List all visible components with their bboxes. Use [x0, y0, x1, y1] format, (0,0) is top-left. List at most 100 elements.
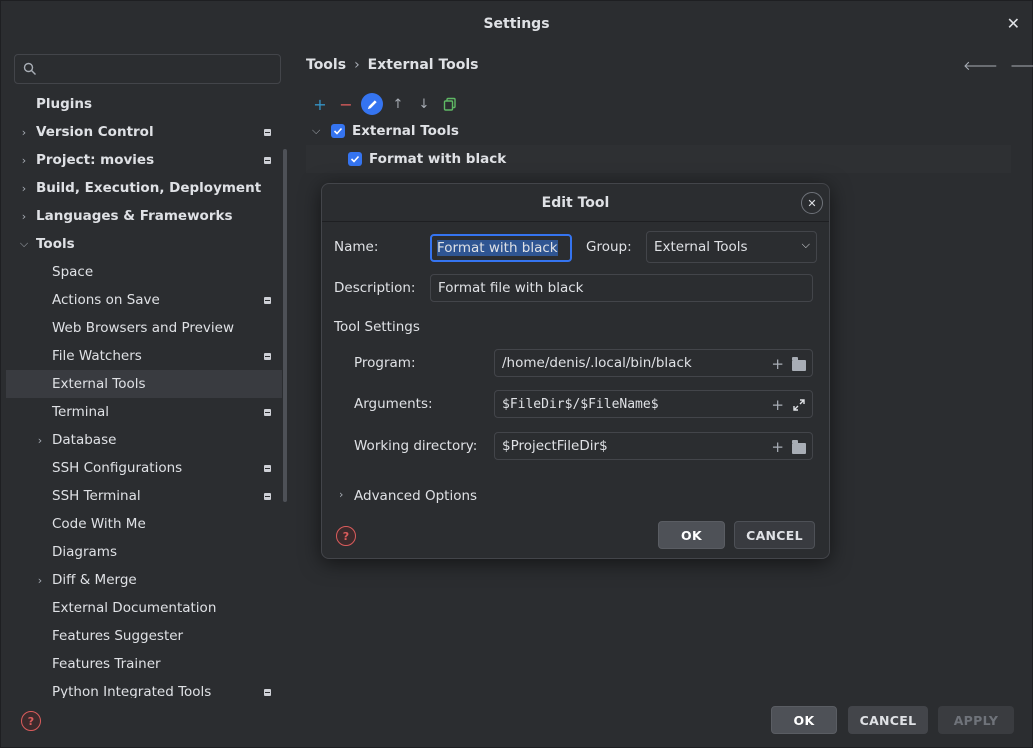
sidebar-item[interactable]: SSH Configurations: [6, 454, 282, 482]
footer-apply-button[interactable]: APPLY: [938, 706, 1014, 734]
chevron-down-icon[interactable]: ⌵: [18, 237, 30, 250]
chevron-right-icon[interactable]: ›: [34, 434, 46, 447]
insert-macro-plus-icon[interactable]: +: [771, 355, 784, 373]
sidebar-item-label: Actions on Save: [52, 292, 160, 308]
advanced-options-toggle[interactable]: Advanced Options: [354, 488, 477, 504]
working-directory-label: Working directory:: [354, 438, 478, 454]
sidebar-item[interactable]: Features Suggester: [6, 622, 282, 650]
project-level-icon: [264, 296, 271, 304]
external-tools-group-row[interactable]: ⌵ External Tools: [306, 117, 1011, 145]
search-input[interactable]: [43, 61, 273, 77]
sidebar-item-label: Space: [52, 264, 94, 280]
sidebar-item[interactable]: SSH Terminal: [6, 482, 282, 510]
forward-arrow-icon[interactable]: 🡒: [1010, 58, 1033, 74]
program-label: Program:: [354, 355, 416, 371]
sidebar-item[interactable]: Features Trainer: [6, 650, 282, 678]
sidebar-item[interactable]: Plugins: [6, 90, 282, 118]
settings-help-icon[interactable]: ?: [21, 711, 41, 731]
sidebar-item-label: Database: [52, 432, 117, 448]
settings-tree: Plugins › Version Control › Project: movies ›…: [6, 90, 282, 698]
add-tool-button[interactable]: +: [309, 93, 331, 115]
group-label: External Tools: [352, 123, 459, 139]
dialog-title: Edit Tool: [541, 195, 610, 211]
sidebar-item-label: Languages & Frameworks: [36, 208, 233, 224]
chevron-right-icon[interactable]: ›: [18, 126, 30, 139]
chevron-right-icon[interactable]: ›: [18, 182, 30, 195]
sidebar-item-label: File Watchers: [52, 348, 142, 364]
chevron-down-icon[interactable]: ⌵: [312, 124, 320, 138]
sidebar-item-label: Features Trainer: [52, 656, 161, 672]
footer-cancel-button[interactable]: CANCEL: [848, 706, 928, 734]
tool-checkbox[interactable]: [348, 152, 362, 166]
chevron-right-icon[interactable]: ›: [339, 488, 343, 501]
tools-toolbar: + − ↑ ↓: [309, 93, 461, 115]
sidebar-item[interactable]: External Tools: [6, 370, 282, 398]
dialog-cancel-button[interactable]: CANCEL: [734, 521, 815, 549]
back-arrow-icon[interactable]: 🡐: [963, 58, 998, 74]
chevron-right-icon[interactable]: ›: [18, 154, 30, 167]
insert-macro-plus-icon[interactable]: +: [771, 396, 784, 414]
sidebar-item[interactable]: Web Browsers and Preview: [6, 314, 282, 342]
sidebar-item[interactable]: External Documentation: [6, 594, 282, 622]
move-up-button[interactable]: ↑: [387, 93, 409, 115]
sidebar-item-label: Diagrams: [52, 544, 117, 560]
sidebar-item-label: External Tools: [52, 376, 146, 392]
insert-macro-plus-icon[interactable]: +: [771, 438, 784, 456]
footer-ok-button[interactable]: OK: [771, 706, 837, 734]
sidebar-scrollbar[interactable]: [283, 149, 287, 502]
name-value: Format with black: [437, 240, 558, 256]
sidebar-item[interactable]: Python Integrated Tools: [6, 678, 282, 698]
project-level-icon: [264, 408, 271, 416]
breadcrumb-parent[interactable]: Tools: [306, 57, 346, 73]
program-input[interactable]: /home/denis/.local/bin/black +: [494, 349, 813, 377]
sidebar-item-label: Diff & Merge: [52, 572, 137, 588]
dialog-help-icon[interactable]: ?: [336, 526, 356, 546]
sidebar-item[interactable]: File Watchers: [6, 342, 282, 370]
copy-tool-button[interactable]: [439, 93, 461, 115]
edit-tool-button[interactable]: [361, 93, 383, 115]
project-level-icon: [264, 464, 271, 472]
close-window-icon[interactable]: ✕: [1007, 14, 1020, 33]
sidebar-item[interactable]: Actions on Save: [6, 286, 282, 314]
sidebar-item[interactable]: › Languages & Frameworks: [6, 202, 282, 230]
project-level-icon: [264, 492, 271, 500]
search-icon: [23, 62, 36, 75]
arguments-input[interactable]: $FileDir$/$FileName$ +: [494, 390, 813, 418]
sidebar-item-label: Features Suggester: [52, 628, 184, 644]
group-checkbox[interactable]: [331, 124, 345, 138]
description-input[interactable]: Format file with black: [430, 274, 813, 302]
sidebar-item[interactable]: Terminal: [6, 398, 282, 426]
sidebar-item-label: Tools: [36, 236, 75, 252]
sidebar-item[interactable]: › Diff & Merge: [6, 566, 282, 594]
expand-icon[interactable]: [792, 398, 806, 412]
name-label: Name:: [334, 239, 379, 255]
title-bar: Settings ✕: [1, 1, 1032, 47]
sidebar-item[interactable]: › Version Control: [6, 118, 282, 146]
chevron-right-icon[interactable]: ›: [18, 210, 30, 223]
tool-row-format-with-black[interactable]: Format with black: [306, 145, 1011, 173]
window-title: Settings: [483, 16, 550, 32]
chevron-right-icon[interactable]: ›: [34, 574, 46, 587]
dialog-close-icon[interactable]: ✕: [801, 192, 823, 214]
description-value: Format file with black: [438, 280, 584, 296]
copy-icon: [443, 97, 456, 111]
working-directory-input[interactable]: $ProjectFileDir$ +: [494, 432, 813, 460]
browse-folder-icon[interactable]: [792, 356, 806, 371]
browse-folder-icon[interactable]: [792, 439, 806, 454]
name-input[interactable]: Format with black: [430, 234, 572, 262]
group-label: Group:: [586, 239, 632, 255]
group-select[interactable]: External Tools ⌵: [646, 231, 817, 263]
remove-tool-button[interactable]: −: [335, 93, 357, 115]
sidebar-item[interactable]: Diagrams: [6, 538, 282, 566]
sidebar-item-label: Plugins: [36, 96, 93, 112]
sidebar-item[interactable]: Space: [6, 258, 282, 286]
move-down-button[interactable]: ↓: [413, 93, 435, 115]
sidebar-item[interactable]: ⌵ Tools: [6, 230, 282, 258]
sidebar-item-label: Terminal: [52, 404, 110, 420]
settings-search-box[interactable]: [14, 54, 281, 84]
sidebar-item[interactable]: Code With Me: [6, 510, 282, 538]
dialog-ok-button[interactable]: OK: [658, 521, 725, 549]
sidebar-item[interactable]: › Project: movies: [6, 146, 282, 174]
sidebar-item[interactable]: › Database: [6, 426, 282, 454]
sidebar-item[interactable]: › Build, Execution, Deployment: [6, 174, 282, 202]
